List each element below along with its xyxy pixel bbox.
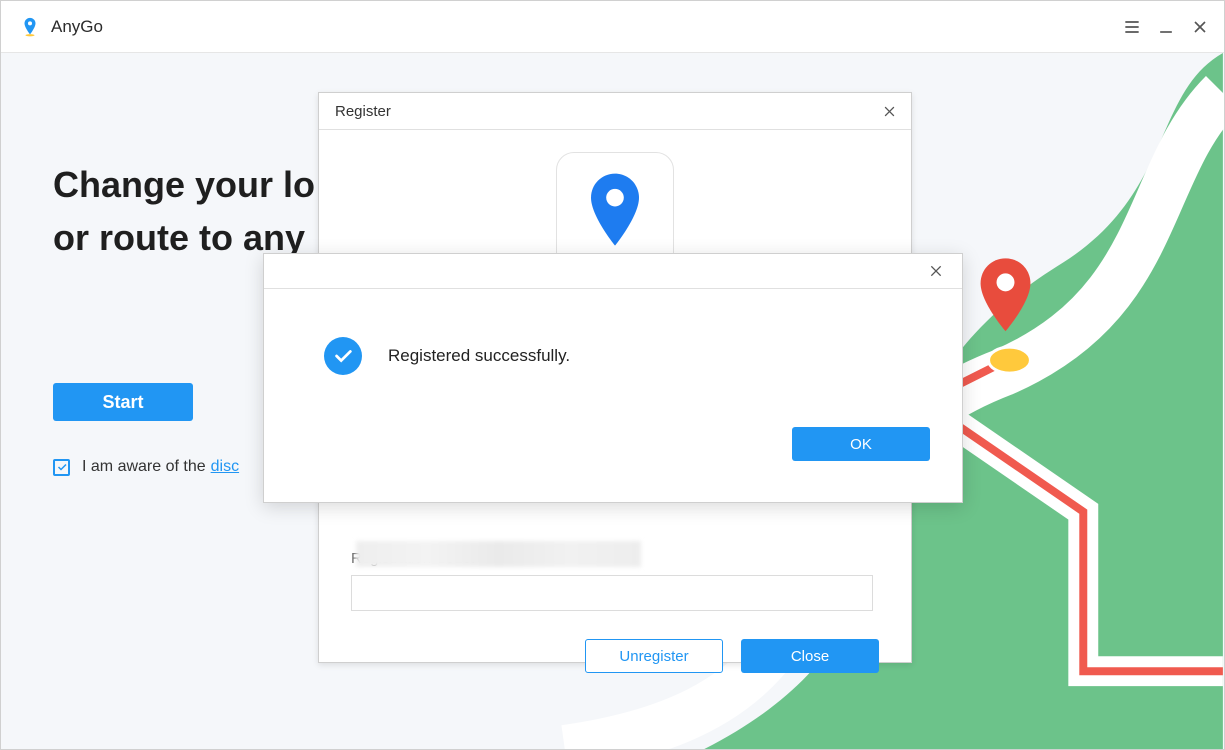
main-area: Change your lo or route to any Start I a… — [1, 53, 1224, 749]
register-close-icon[interactable] — [879, 101, 899, 121]
titlebar: AnyGo — [1, 1, 1224, 53]
disclaimer-prefix: I am aware of the — [82, 458, 206, 476]
register-close-button[interactable]: Close — [741, 639, 879, 673]
app-title: AnyGo — [51, 17, 103, 37]
redacted-code — [356, 541, 641, 567]
disclaimer-row: I am aware of the disc — [53, 458, 239, 476]
titlebar-left: AnyGo — [19, 16, 103, 38]
check-circle-icon — [324, 337, 362, 375]
unregister-button[interactable]: Unregister — [585, 639, 723, 673]
alert-close-icon[interactable] — [926, 261, 946, 281]
disclaimer-text: I am aware of the disc — [82, 458, 239, 476]
disclaimer-link[interactable]: disc — [211, 458, 239, 476]
app-window: AnyGo Chang — [0, 0, 1225, 750]
menu-icon[interactable] — [1118, 13, 1146, 41]
registration-code-input[interactable] — [351, 575, 873, 611]
alert-message: Registered successfully. — [388, 346, 570, 366]
headline-line1: Change your lo — [53, 164, 315, 205]
minimize-icon[interactable] — [1152, 13, 1180, 41]
window-controls — [1118, 13, 1214, 41]
pin-icon — [583, 171, 647, 251]
alert-dialog: Registered successfully. OK — [263, 253, 963, 503]
start-button[interactable]: Start — [53, 383, 193, 421]
alert-button-row: OK — [264, 375, 962, 461]
register-dialog-title: Register — [335, 103, 391, 120]
disclaimer-checkbox[interactable] — [53, 459, 70, 476]
close-icon[interactable] — [1186, 13, 1214, 41]
app-logo-icon — [19, 16, 41, 38]
register-dialog-header: Register — [319, 93, 911, 130]
alert-ok-button[interactable]: OK — [792, 427, 930, 461]
headline: Change your lo or route to any — [53, 161, 315, 262]
register-button-row: Unregister Close — [351, 639, 879, 673]
alert-body: Registered successfully. — [264, 289, 962, 375]
alert-header — [264, 254, 962, 289]
